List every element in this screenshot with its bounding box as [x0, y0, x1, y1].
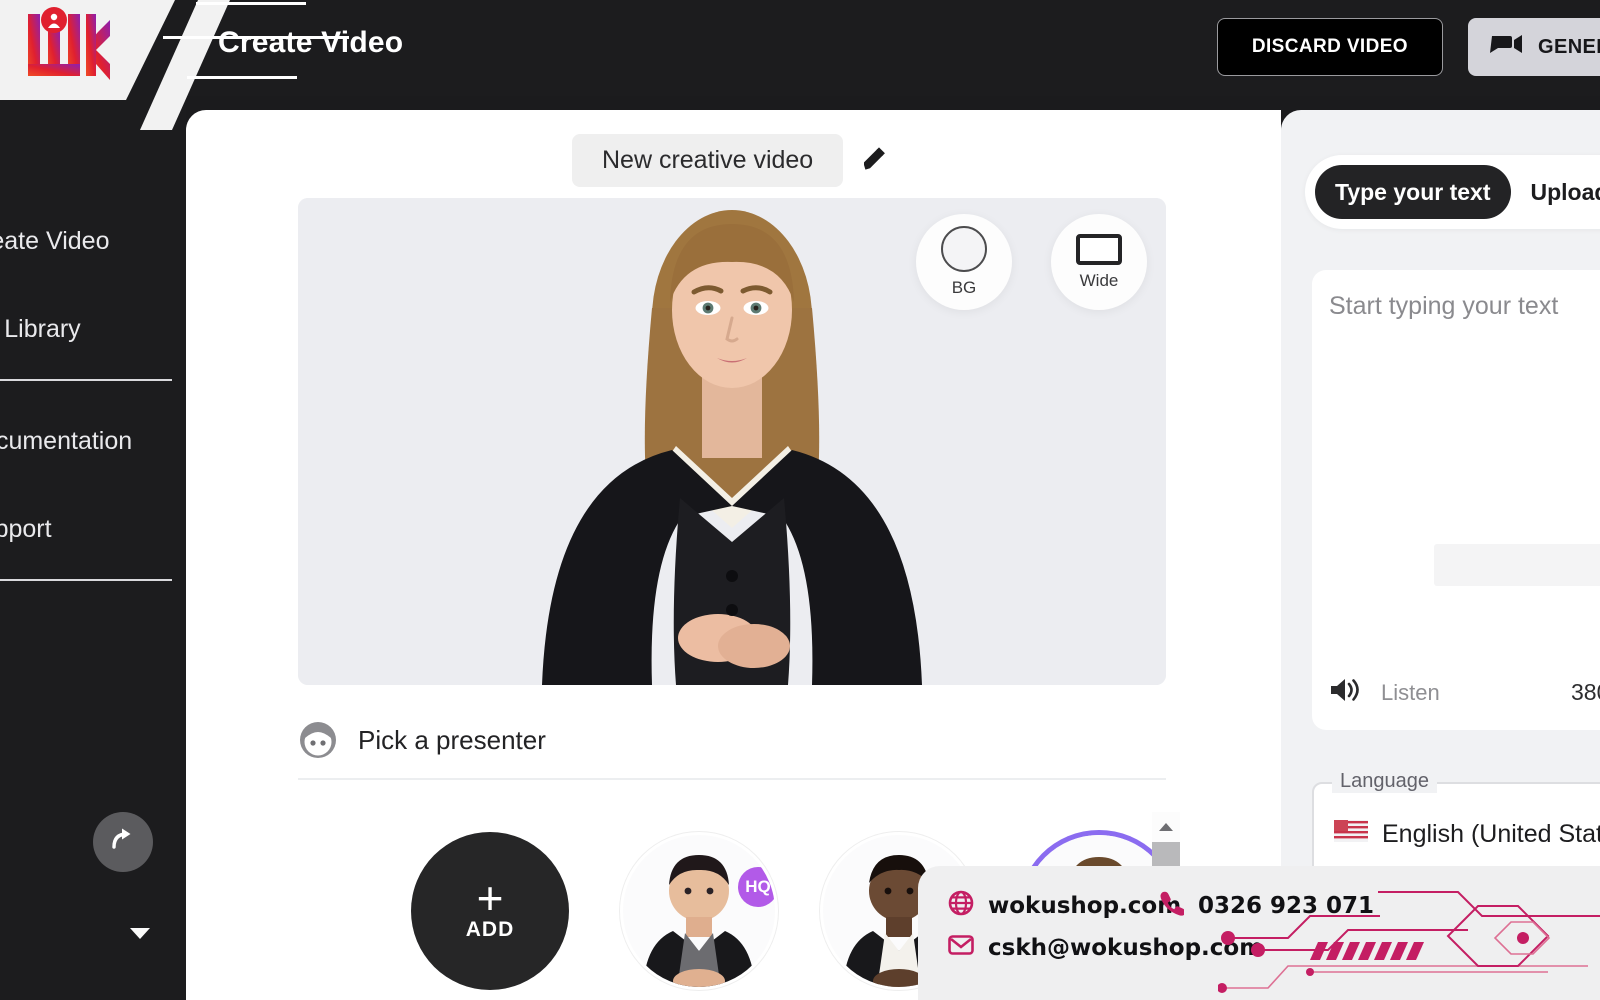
circuit-decoration	[1217, 876, 1600, 1000]
watermark-overlay: wokushop.com 0326 923 071 cskh@wokushop.…	[918, 866, 1600, 1000]
section-divider	[298, 778, 1166, 780]
speaker-icon[interactable]	[1329, 677, 1359, 708]
us-flag-icon	[1334, 820, 1368, 849]
video-preview-stage	[298, 198, 1166, 685]
sidebar-item-label: My Library	[0, 314, 81, 343]
aspect-rectangle-icon	[1076, 233, 1122, 265]
generate-video-label: GENERATE VIDEO	[1538, 35, 1600, 58]
add-presenter-button[interactable]: + ADD	[411, 832, 569, 990]
wk-logo-icon[interactable]	[24, 6, 112, 90]
text-format-toolbar[interactable]	[1434, 544, 1600, 586]
pencil-icon[interactable]	[861, 145, 887, 176]
sidebar-divider-top	[0, 379, 172, 381]
chevron-up-icon[interactable]	[1152, 812, 1180, 842]
hq-badge: HQ	[738, 867, 775, 907]
language-legend: Language	[1332, 770, 1437, 793]
script-text-card: Start typing your text Listen 3800	[1312, 270, 1600, 730]
listen-label[interactable]: Listen	[1381, 680, 1440, 706]
sidebar-item-support[interactable]: Support	[0, 498, 186, 560]
sidebar-divider-bottom	[0, 579, 172, 581]
background-control-button[interactable]: BG	[916, 214, 1012, 310]
pick-presenter-row[interactable]: Pick a presenter	[298, 720, 546, 760]
input-mode-tabs: Type your text Upload audio	[1305, 155, 1600, 229]
redo-arrow-icon	[108, 827, 138, 858]
aspect-ratio-control-label: Wide	[1079, 270, 1119, 290]
background-control-label: BG	[951, 278, 977, 297]
video-camera-icon	[1490, 32, 1524, 62]
sidebar-item-label: Support	[0, 514, 52, 543]
sidebar-item-label: Documentation	[0, 426, 133, 455]
globe-icon	[948, 890, 974, 922]
video-title-row: New creative video	[572, 134, 887, 187]
phone-icon	[1158, 890, 1186, 922]
page-title: Create Video	[218, 26, 404, 59]
pick-presenter-label: Pick a presenter	[358, 724, 546, 755]
header-accent-line-3	[187, 76, 297, 79]
sidebar-collapse-button[interactable]	[93, 812, 153, 872]
script-textarea[interactable]: Start typing your text	[1329, 292, 1558, 321]
sidebar-item-my-library[interactable]: My Library	[0, 298, 186, 360]
sidebar-item-documentation[interactable]: Documentation	[0, 410, 186, 472]
video-title-chip[interactable]: New creative video	[572, 134, 844, 187]
watermark-email-row: cskh@wokushop.com	[948, 932, 1263, 964]
character-count: 3800	[1571, 679, 1600, 705]
sidebar-expand-chevron[interactable]	[130, 928, 150, 939]
sidebar-item-label: Create Video	[0, 226, 110, 255]
presenter-avatar-1[interactable]: HQ	[620, 832, 778, 990]
watermark-website: wokushop.com	[988, 893, 1182, 919]
plus-icon: +	[476, 871, 504, 924]
generate-video-button[interactable]: GENERATE VIDEO	[1468, 18, 1600, 76]
tab-type-your-text[interactable]: Type your text	[1315, 165, 1511, 219]
presenter-preview-image	[298, 198, 1166, 685]
app-header: Create Video DISCARD VIDEO GENERATE VIDE…	[0, 0, 1600, 130]
watermark-website-row: wokushop.com	[948, 890, 1181, 922]
language-value-row: English (United States)	[1334, 820, 1600, 849]
sidebar-item-create-video[interactable]: Create Video	[0, 210, 186, 272]
tab-upload-audio[interactable]: Upload audio	[1511, 165, 1600, 219]
language-value: English (United States)	[1382, 820, 1600, 848]
envelope-icon	[948, 932, 974, 964]
color-circle-icon	[941, 226, 987, 272]
app-root: Create Video DISCARD VIDEO GENERATE VIDE…	[0, 0, 1600, 1000]
discard-video-button[interactable]: DISCARD VIDEO	[1216, 18, 1443, 76]
aspect-ratio-control-button[interactable]: Wide	[1051, 214, 1147, 310]
header-accent-line-1	[196, 2, 306, 5]
add-presenter-label: ADD	[465, 918, 515, 942]
avatar-face-icon	[298, 720, 338, 760]
sidebar: Create Video My Library Documentation Su…	[0, 96, 186, 1000]
listen-row: Listen 3800	[1329, 677, 1600, 708]
